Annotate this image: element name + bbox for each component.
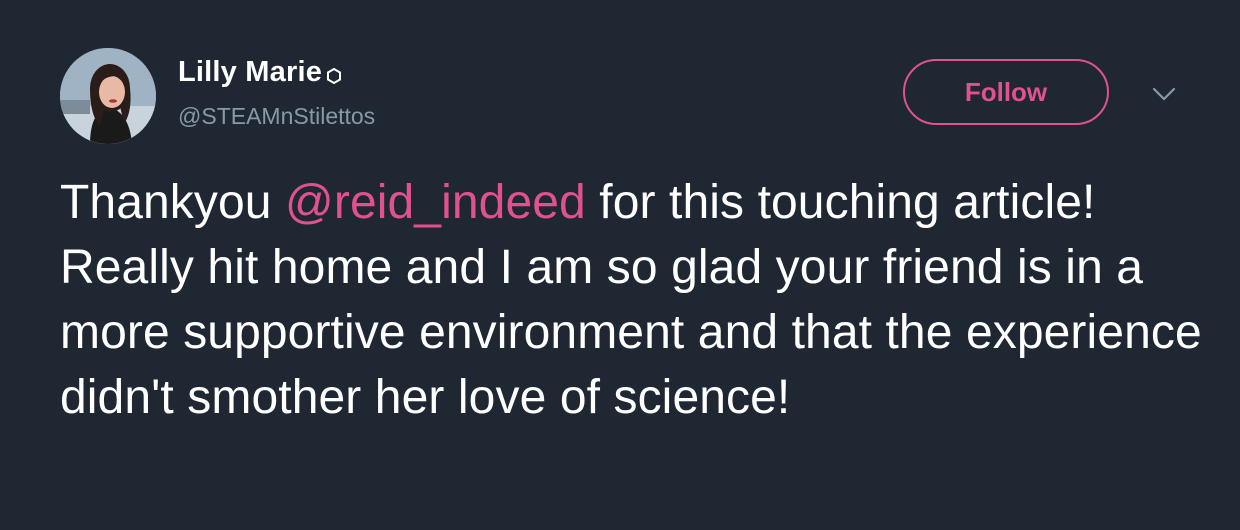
tweet-card: Lilly Marie @STEAMnStilettos Follow Than…: [0, 0, 1240, 530]
user-handle[interactable]: @STEAMnStilettos: [178, 103, 375, 130]
mention-link[interactable]: @reid_indeed: [285, 176, 586, 229]
avatar-photo: [60, 48, 156, 144]
follow-button[interactable]: Follow: [903, 59, 1109, 125]
tweet-text: Thankyou @reid_indeed for this touching …: [60, 170, 1210, 430]
avatar[interactable]: [60, 48, 156, 144]
hexagon-badge-icon: [326, 67, 342, 84]
display-name[interactable]: Lilly Marie: [178, 56, 322, 89]
name-row: Lilly Marie: [178, 56, 342, 89]
chevron-down-icon[interactable]: [1150, 82, 1178, 106]
tweet-text-before: Thankyou: [60, 176, 286, 229]
